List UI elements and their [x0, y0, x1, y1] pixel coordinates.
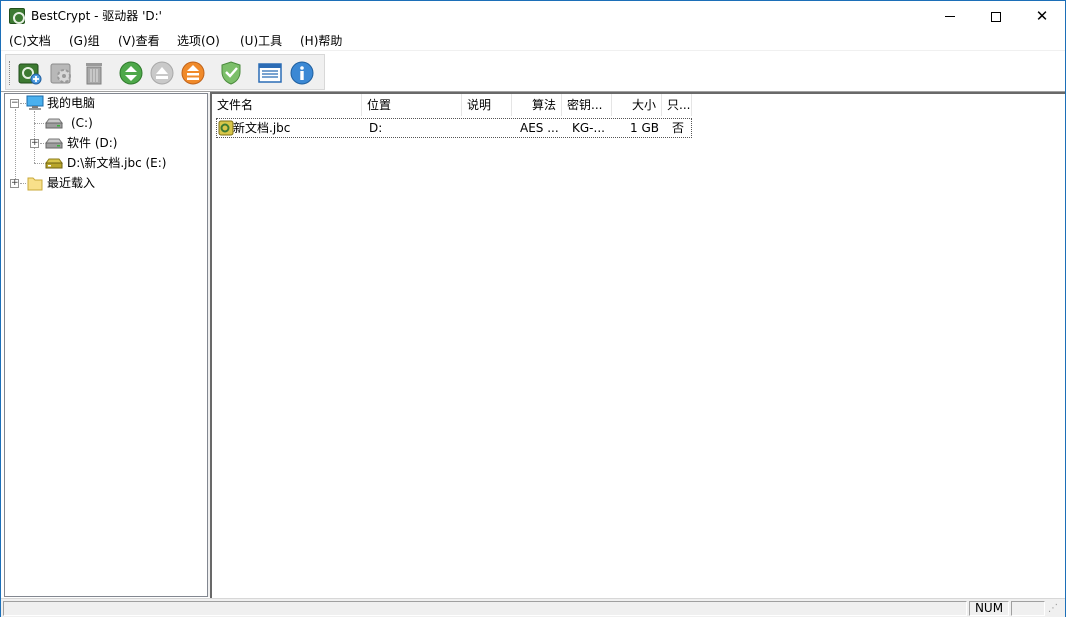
cell-key: KG-...: [572, 121, 605, 135]
menu-group[interactable]: (G)组: [67, 33, 102, 50]
cell-readonly: 否: [672, 121, 685, 135]
tree-connector: [15, 109, 16, 181]
column-header-filename[interactable]: 文件名: [212, 94, 362, 116]
drive-icon: [45, 138, 63, 149]
container-file-icon: [218, 120, 234, 136]
maximize-icon: [991, 11, 1001, 22]
menu-bar: (C)文档 (G)组 (V)查看 选项(O) (U)工具 (H)帮助: [1, 31, 1065, 51]
minimize-button[interactable]: [927, 1, 973, 31]
bestcrypt-app-icon[interactable]: [9, 8, 25, 24]
close-button[interactable]: ✕: [1019, 1, 1065, 31]
container-list[interactable]: 文件名 位置 说明 算法 密钥... 大小 只... 新文档.jbc D: AE…: [210, 92, 1065, 598]
tree-item-label: 软件 (D:): [67, 136, 118, 150]
column-header-description[interactable]: 说明: [462, 94, 512, 116]
tree-connector: [34, 123, 44, 124]
column-header-location[interactable]: 位置: [362, 94, 462, 116]
expand-recent[interactable]: +: [10, 179, 19, 188]
menu-document[interactable]: (C)文档: [7, 33, 53, 50]
cell-filename: 新文档.jbc: [233, 121, 291, 135]
drive-icon: [45, 118, 63, 129]
computer-icon: [26, 95, 44, 110]
column-header-readonly[interactable]: 只...: [662, 94, 692, 116]
info-icon: [290, 61, 314, 85]
encrypted-drive-icon: [45, 158, 63, 169]
new-container-icon: [18, 63, 42, 85]
gear-icon: [50, 63, 71, 84]
dismount-all-button[interactable]: [180, 60, 206, 86]
cell-description: [469, 119, 509, 137]
collapse-my-computer[interactable]: −: [10, 99, 19, 108]
drive-tree[interactable]: − 我的电脑 (C:) + 软件 (D:) D:\新文档.jbc (E:) + …: [4, 93, 208, 597]
status-bar: NUM ⋰: [1, 598, 1065, 617]
tree-item-label: (C:): [71, 116, 93, 130]
column-header-key[interactable]: 密钥...: [562, 94, 612, 116]
dismount-all-icon: [181, 61, 205, 85]
tree-connector: [20, 183, 26, 184]
column-header-size[interactable]: 大小: [612, 94, 662, 116]
tree-connector: [34, 111, 35, 163]
delete-container-button[interactable]: [81, 60, 107, 86]
num-lock-indicator: NUM: [969, 601, 1009, 616]
maximize-button[interactable]: [973, 1, 1019, 31]
tree-item-label: 我的电脑: [47, 96, 96, 110]
cell-algorithm: AES ...: [520, 121, 559, 135]
toolbar-band: [5, 54, 325, 90]
toolbar: [1, 52, 1065, 92]
list-header: 文件名 位置 说明 算法 密钥... 大小 只...: [212, 94, 692, 116]
mount-button[interactable]: [118, 60, 144, 86]
tree-item-recent[interactable]: 最近载入: [47, 174, 95, 192]
tree-connector: [40, 143, 44, 144]
window-title: BestCrypt - 驱动器 'D:': [31, 9, 162, 23]
trash-icon: [86, 63, 102, 85]
new-container-button[interactable]: [17, 60, 43, 86]
cell-location: D:: [369, 121, 383, 135]
menu-tools[interactable]: (U)工具: [238, 33, 284, 50]
tree-item-drive-e[interactable]: D:\新文档.jbc (E:): [67, 154, 167, 172]
mount-icon: [119, 61, 143, 85]
properties-button[interactable]: [257, 60, 283, 86]
about-button[interactable]: [289, 60, 315, 86]
properties-icon: [258, 63, 282, 83]
menu-help[interactable]: (H)帮助: [298, 33, 344, 50]
tree-item-drive-c[interactable]: (C:): [71, 114, 93, 132]
status-panel: [1011, 601, 1045, 616]
minimize-icon: [945, 16, 955, 17]
tree-item-drive-d[interactable]: 软件 (D:): [67, 134, 117, 152]
tree-item-label: 最近载入: [47, 176, 96, 190]
cell-size: 1 GB: [630, 121, 659, 135]
status-message-panel: [3, 601, 967, 616]
tree-item-my-computer[interactable]: 我的电脑: [47, 94, 95, 112]
title-bar[interactable]: BestCrypt - 驱动器 'D:' ✕: [1, 1, 1065, 31]
close-icon: ✕: [1035, 7, 1049, 25]
dismount-button[interactable]: [149, 60, 175, 86]
table-row[interactable]: 新文档.jbc D: AES ... KG-... 1 GB 否: [216, 118, 692, 138]
dismount-icon: [150, 61, 174, 85]
shield-icon: [221, 61, 241, 85]
tree-item-label: D:\新文档.jbc (E:): [67, 156, 167, 170]
column-header-algorithm[interactable]: 算法: [512, 94, 562, 116]
main-window: BestCrypt - 驱动器 'D:' ✕ (C)文档 (G)组 (V)查看 …: [0, 0, 1066, 617]
tree-connector: [34, 163, 44, 164]
toolbar-grip[interactable]: [9, 61, 11, 85]
resize-grip-icon[interactable]: ⋰: [1048, 603, 1062, 615]
menu-view[interactable]: (V)查看: [116, 33, 162, 50]
container-settings-button[interactable]: [49, 60, 75, 86]
security-button[interactable]: [218, 60, 244, 86]
menu-options[interactable]: 选项(O): [175, 33, 222, 50]
expand-drive-d[interactable]: +: [30, 139, 39, 148]
folder-icon: [27, 177, 43, 191]
